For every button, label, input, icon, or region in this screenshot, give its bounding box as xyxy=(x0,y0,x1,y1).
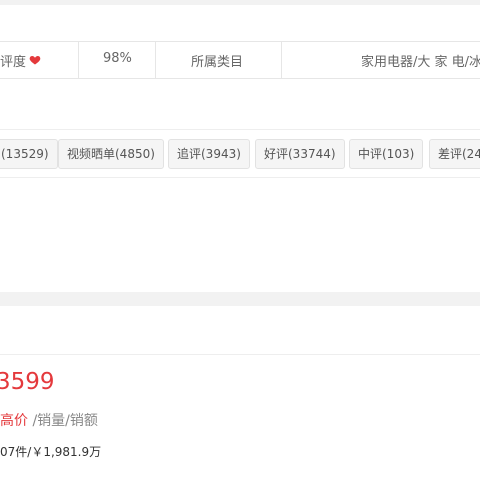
rating-label: 评度 xyxy=(0,55,27,70)
category-label: 所属类目 xyxy=(191,55,244,70)
heart-icon xyxy=(29,56,41,65)
subtitle-rest: /销量/销额 xyxy=(28,413,98,429)
review-tag-video[interactable]: 视频晒单(4850) xyxy=(58,139,164,169)
cell-divider xyxy=(155,42,156,78)
sales-summary: 07件/￥1,981.9万 xyxy=(0,445,102,459)
review-tag-positive[interactable]: 好评(33744) xyxy=(255,139,345,169)
review-tag-neutral[interactable]: 中评(103) xyxy=(349,139,424,169)
tags-divider-top xyxy=(0,129,480,130)
review-tag-followup[interactable]: 追评(3943) xyxy=(168,139,250,169)
section-band xyxy=(0,292,480,306)
section-divider xyxy=(0,354,480,355)
price-subtitle: 高价 /销量/销额 xyxy=(0,410,98,430)
review-tag-all[interactable]: (13529) xyxy=(0,139,58,169)
cell-divider xyxy=(78,42,79,78)
top-band xyxy=(0,0,480,5)
product-info-table: 评度 98% 所属类目 家用电器/大 家 电/冰 xyxy=(0,41,480,79)
cell-divider xyxy=(281,42,282,78)
category-value[interactable]: 家用电器/大 家 电/冰 xyxy=(361,51,480,70)
subtitle-highlight: 高价 xyxy=(0,413,28,429)
price-value: 3599 xyxy=(0,369,55,395)
tags-divider-bottom xyxy=(0,177,480,178)
rating-value: 98% xyxy=(103,51,132,66)
review-tag-negative[interactable]: 差评(24 xyxy=(429,139,480,169)
